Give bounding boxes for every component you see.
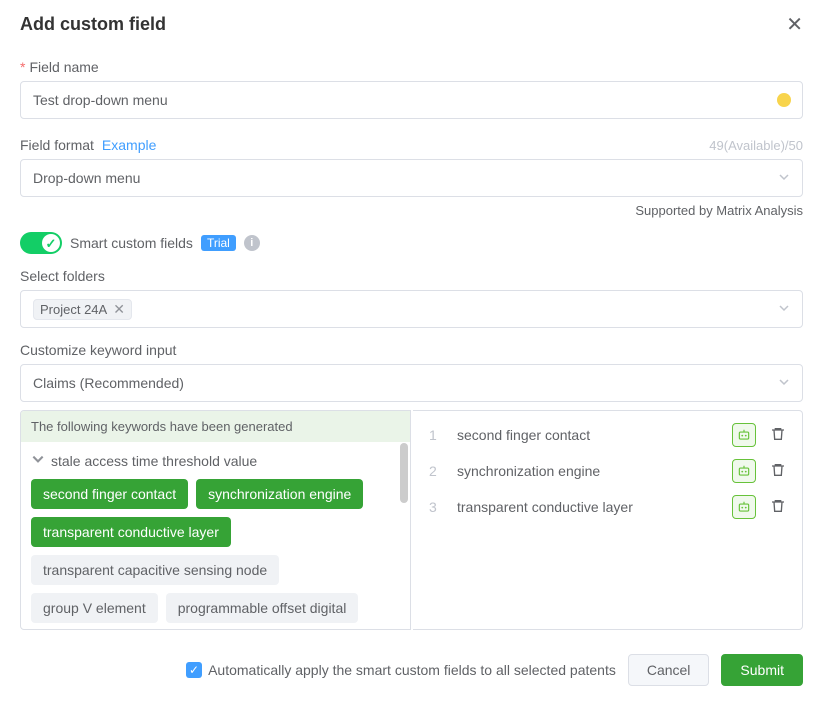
field-name-label: Field name [29, 59, 98, 75]
smart-fields-toggle[interactable]: ✓ [20, 232, 62, 254]
stale-threshold-text: stale access time threshold value [51, 453, 257, 469]
keywords-panel: The following keywords have been generat… [20, 410, 411, 630]
keyword-input-select[interactable]: Claims (Recommended) [20, 364, 803, 402]
chevron-down-icon[interactable] [31, 452, 45, 469]
keyword-input-value: Claims (Recommended) [33, 375, 184, 391]
smart-fields-label: Smart custom fields [70, 235, 193, 251]
row-label: synchronization engine [457, 463, 718, 479]
keyword-tag[interactable]: programmable offset digital [166, 593, 359, 623]
availability-text: 49(Available)/50 [709, 138, 803, 153]
keyword-tag[interactable]: group V element [31, 593, 158, 623]
keywords-panel-header: The following keywords have been generat… [21, 411, 410, 442]
auto-apply-label: Automatically apply the smart custom fie… [208, 662, 616, 678]
field-format-helper: Supported by Matrix Analysis [20, 203, 803, 218]
selected-panel: 1 second finger contact 2 synchronization e… [413, 410, 803, 630]
row-label: transparent conductive layer [457, 499, 718, 515]
field-format-select[interactable]: Drop-down menu [20, 159, 803, 197]
chip-remove-icon[interactable]: ✕ [113, 302, 125, 316]
trash-icon[interactable] [770, 426, 786, 445]
modal-title: Add custom field [20, 14, 166, 35]
trial-badge: Trial [201, 235, 236, 251]
chevron-down-icon [778, 375, 790, 391]
scrollbar[interactable] [400, 443, 408, 503]
keyword-tag[interactable]: second finger contact [31, 479, 188, 509]
info-icon[interactable]: i [244, 235, 260, 251]
selected-row: 3 transparent conductive layer [421, 489, 794, 525]
field-format-value: Drop-down menu [33, 170, 140, 186]
robot-icon[interactable] [732, 423, 756, 447]
field-name-input[interactable] [20, 81, 803, 119]
keyword-tag[interactable]: synchronization engine [196, 479, 363, 509]
robot-icon[interactable] [732, 495, 756, 519]
select-folders[interactable]: Project 24A ✕ [20, 290, 803, 328]
row-number: 1 [429, 427, 443, 443]
selected-row: 2 synchronization engine [421, 453, 794, 489]
example-link[interactable]: Example [102, 137, 156, 153]
keyword-tag[interactable]: transparent capacitive sensing node [31, 555, 279, 585]
trash-icon[interactable] [770, 498, 786, 517]
status-dot-icon [777, 93, 791, 107]
keywords-panel-body[interactable]: stale access time threshold value second… [21, 442, 410, 630]
row-label: second finger contact [457, 427, 718, 443]
select-folders-label: Select folders [20, 268, 105, 284]
row-number: 3 [429, 499, 443, 515]
chevron-down-icon [778, 170, 790, 186]
folder-chip-label: Project 24A [40, 302, 107, 317]
close-icon[interactable]: ✕ [786, 12, 803, 37]
chevron-down-icon [778, 301, 790, 317]
required-star: * [20, 59, 25, 75]
robot-icon[interactable] [732, 459, 756, 483]
field-format-label: Field format [20, 137, 94, 153]
cancel-button[interactable]: Cancel [628, 654, 710, 686]
selected-row: 1 second finger contact [421, 417, 794, 453]
keyword-input-label: Customize keyword input [20, 342, 176, 358]
row-number: 2 [429, 463, 443, 479]
check-icon: ✓ [46, 237, 57, 250]
submit-button[interactable]: Submit [721, 654, 803, 686]
folder-chip[interactable]: Project 24A ✕ [33, 299, 132, 320]
keyword-tag[interactable]: transparent conductive layer [31, 517, 231, 547]
trash-icon[interactable] [770, 462, 786, 481]
auto-apply-checkbox[interactable]: ✓ [186, 662, 202, 678]
